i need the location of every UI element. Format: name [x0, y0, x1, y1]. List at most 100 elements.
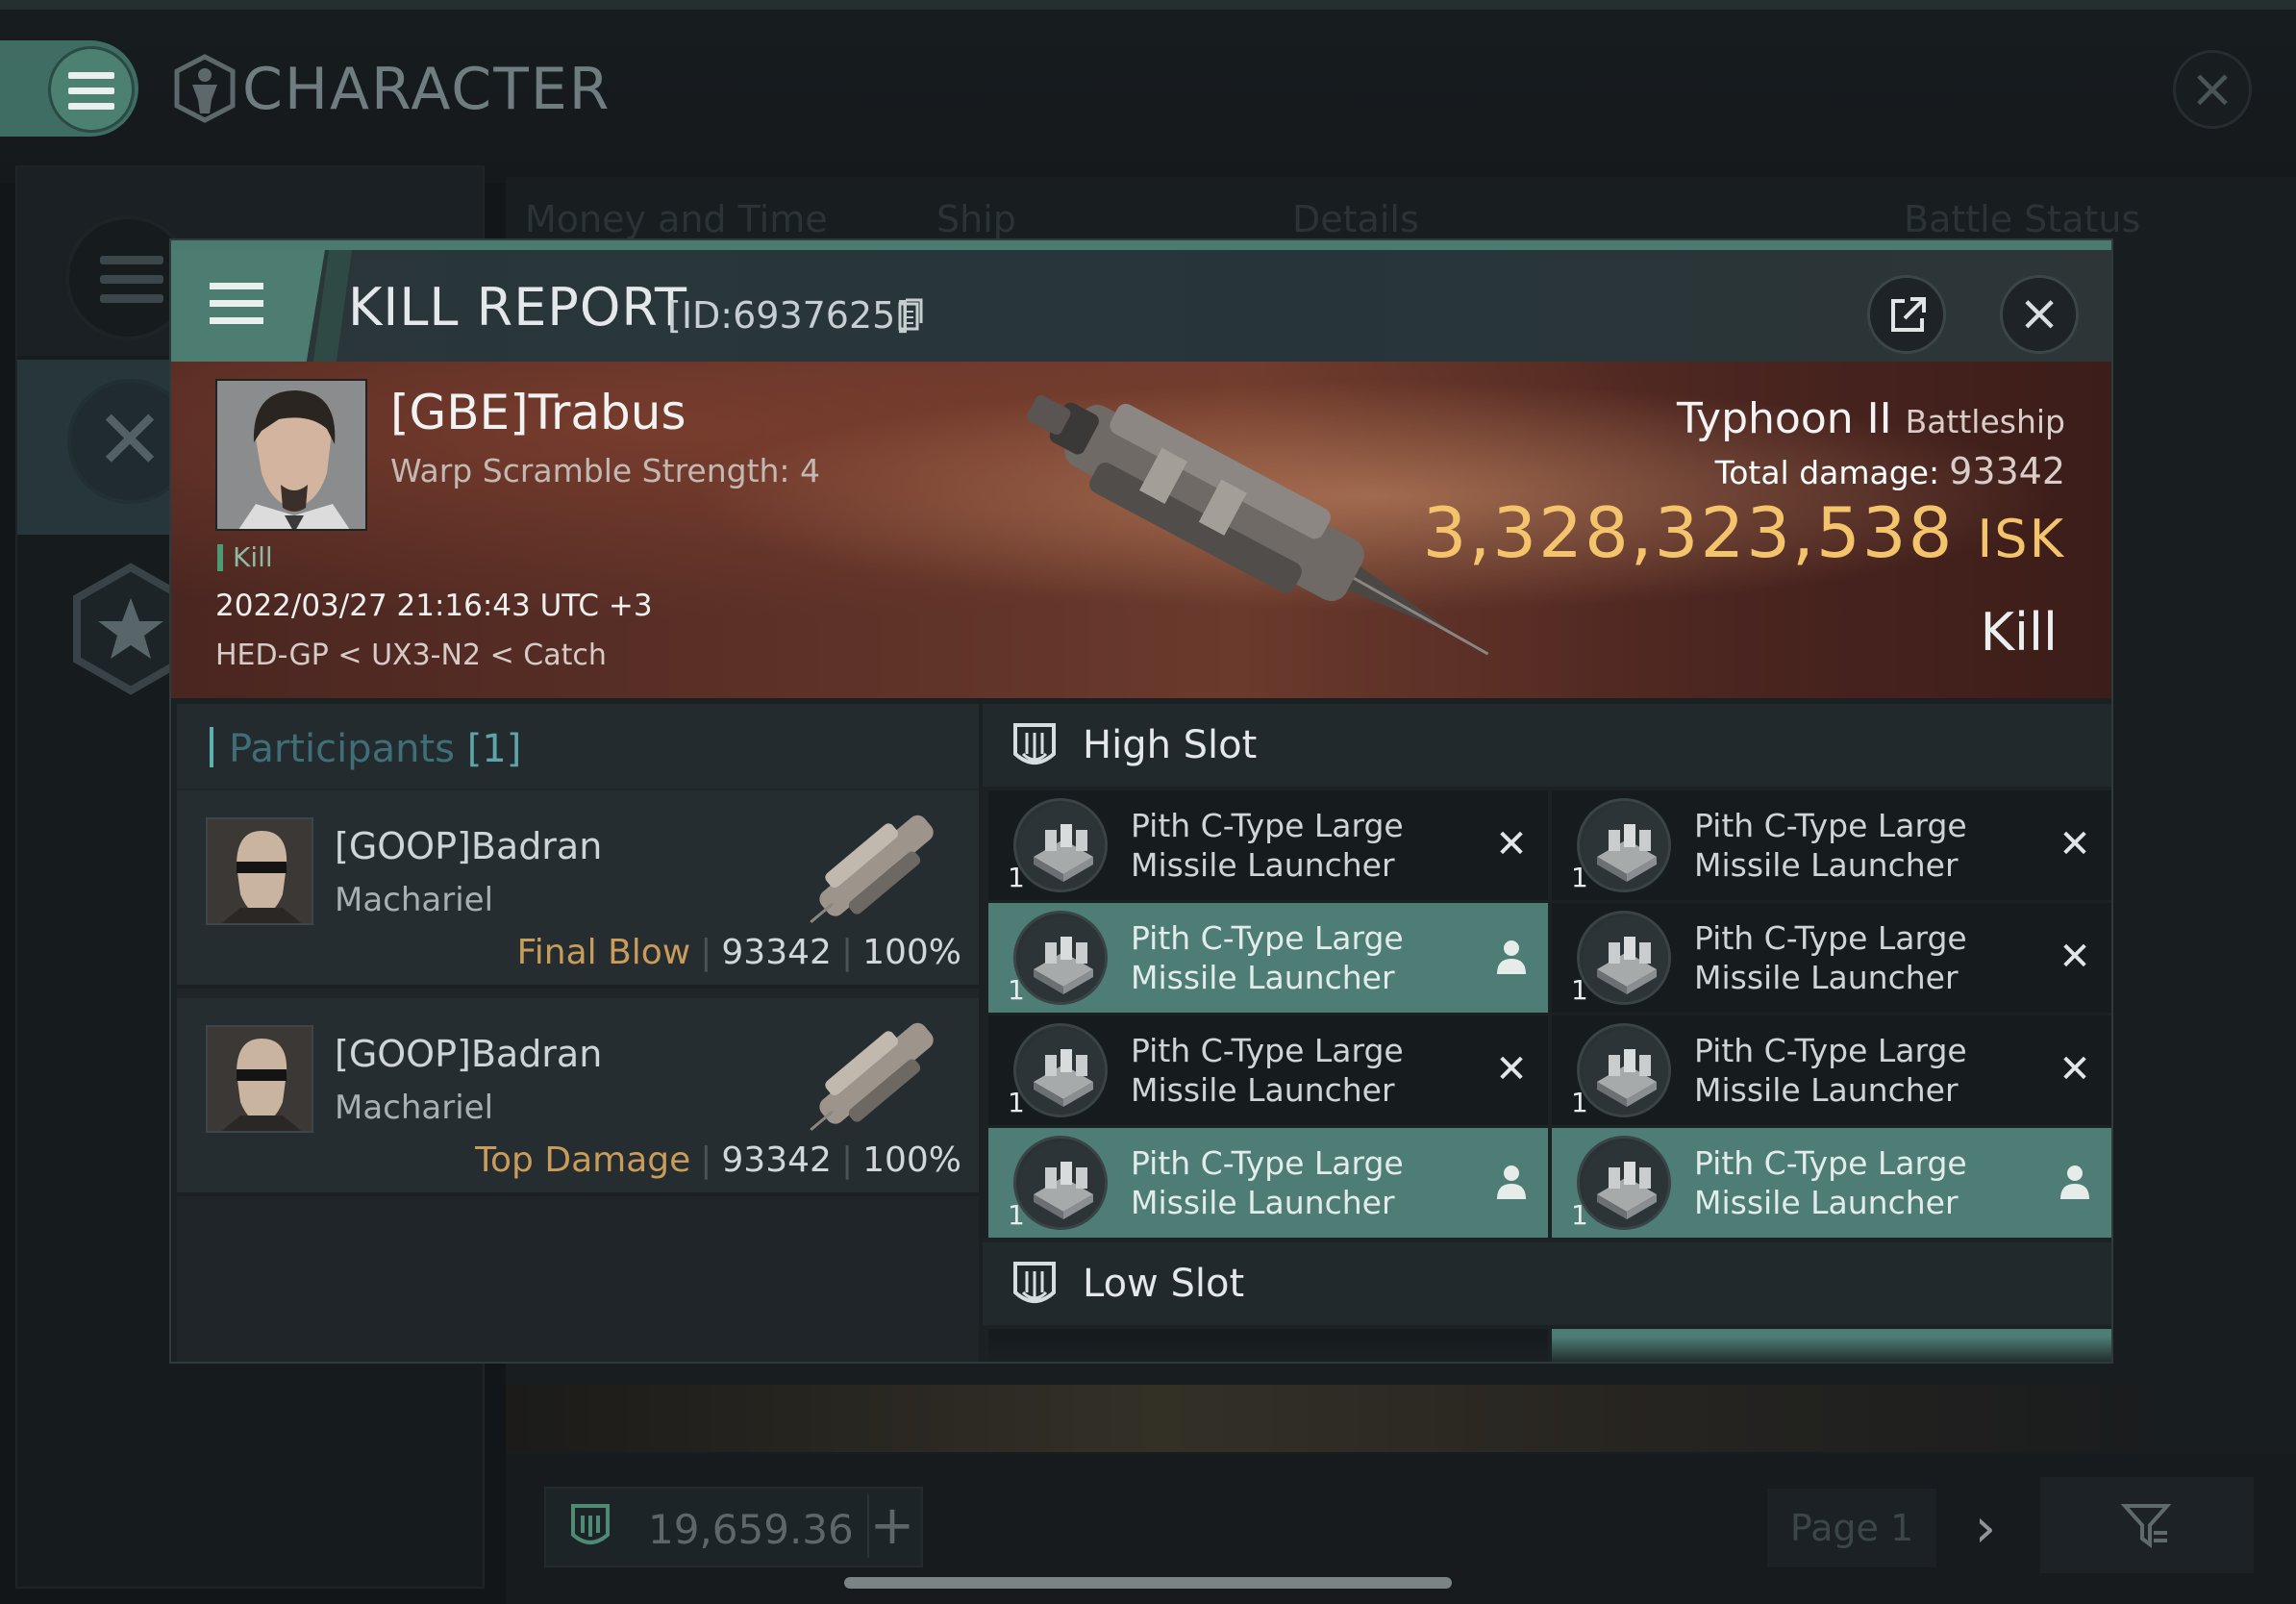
high-slot-label: High Slot	[1083, 723, 1258, 767]
participant-damage: 93342	[721, 933, 832, 972]
module-quantity: 1	[1008, 1199, 1025, 1231]
participant-row[interactable]: [GOOP]Badran Machariel Final Blow | 93342 |…	[177, 790, 979, 989]
page-indicator: Page 1	[1767, 1489, 1936, 1567]
dropped-icon	[1497, 1165, 1526, 1199]
module-item[interactable]: 1 Pith C-Type Large Missile Launcher ✕	[988, 790, 1548, 900]
slot-icon	[1013, 723, 1056, 764]
module-name: Pith C-Type Large Missile Launcher	[1694, 807, 1967, 884]
participant-avatar	[206, 1025, 313, 1133]
module-item[interactable]: 1 Pith C-Type Large Missile Launcher	[1552, 1128, 2111, 1238]
copy-icon[interactable]	[898, 298, 923, 331]
participant-avatar	[206, 817, 313, 925]
module-quantity: 1	[1008, 1087, 1025, 1118]
bg-tab-money[interactable]: Money and Time	[525, 198, 828, 240]
wallet-icon	[571, 1504, 610, 1544]
kill-location[interactable]: HED-GP < UX3-N2 < Catch	[215, 639, 607, 672]
module-item[interactable]: 1 Pith C-Type Large Missile Launcher ✕	[1552, 1015, 2111, 1125]
participant-row[interactable]: [GOOP]Badran Machariel Top Damage | 93342 |…	[177, 998, 979, 1196]
participants-panel: Participants [1] [GOOP]Badran Machariel …	[177, 704, 979, 1362]
participants-header[interactable]: Participants [1]	[177, 704, 979, 789]
high-slot-header: High Slot	[983, 704, 2111, 787]
kill-tag: Kill	[217, 544, 273, 571]
victim-portrait-image	[217, 381, 365, 529]
module-quantity: 1	[1571, 1199, 1588, 1231]
app-close-button[interactable]: ×	[2173, 50, 2252, 129]
participant-ship: Machariel	[335, 881, 494, 919]
participants-title: Participants [1]	[229, 727, 521, 771]
victim-banner: [GBE]Trabus Warp Scramble Strength: 4 Ki…	[171, 362, 2111, 698]
participants-header-bar	[210, 727, 213, 767]
module-name: Pith C-Type Large Missile Launcher	[1131, 919, 1404, 996]
bg-tab-ship[interactable]: Ship	[936, 198, 1016, 240]
missile-launcher-icon	[1577, 911, 1671, 1005]
module-status: ✕	[2056, 938, 2094, 976]
next-page-button[interactable]: ›	[1961, 1491, 2009, 1567]
wallet-box: 19,659.36 +	[544, 1487, 923, 1567]
scroll-fade	[983, 1337, 2111, 1362]
victim-name[interactable]: [GBE]Trabus	[390, 385, 686, 440]
participant-percent: 100%	[862, 1140, 961, 1180]
add-funds-button[interactable]: +	[867, 1494, 915, 1558]
background-ship-strip	[506, 1385, 2140, 1452]
isk-amount: 3,328,323,538	[1422, 492, 1955, 573]
isk-value: 3,328,323,538 ISK	[1423, 492, 2065, 573]
missile-launcher-icon	[1013, 1136, 1108, 1230]
missile-launcher-icon	[1577, 1023, 1671, 1117]
module-name: Pith C-Type Large Missile Launcher	[1131, 807, 1404, 884]
modal-title: KILL REPORT	[348, 277, 687, 338]
participant-name: [GOOP]Badran	[335, 825, 603, 867]
modal-menu-button[interactable]	[171, 250, 325, 362]
module-status: ✕	[2056, 825, 2094, 864]
module-status	[2056, 1163, 2094, 1201]
module-quantity: 1	[1571, 1087, 1588, 1118]
close-button[interactable]: ×	[2000, 275, 2079, 354]
module-item[interactable]: 1 Pith C-Type Large Missile Launcher ✕	[988, 1015, 1548, 1125]
module-quantity: 1	[1571, 974, 1588, 1006]
share-button[interactable]	[1867, 275, 1946, 354]
home-indicator	[844, 1577, 1452, 1589]
app-title: CHARACTER	[242, 56, 611, 123]
module-item[interactable]: 1 Pith C-Type Large Missile Launcher ✕	[1552, 903, 2111, 1013]
destroyed-icon: ✕	[2059, 1047, 2091, 1091]
module-name: Pith C-Type Large Missile Launcher	[1694, 1144, 1967, 1221]
bg-tab-battle-status[interactable]: Battle Status	[1904, 198, 2140, 240]
module-name: Pith C-Type Large Missile Launcher	[1694, 919, 1967, 996]
destroyed-icon: ✕	[2059, 935, 2091, 979]
module-quantity: 1	[1571, 862, 1588, 893]
destroyed-icon: ✕	[1495, 1047, 1528, 1091]
victim-subtitle: Warp Scramble Strength: 4	[390, 452, 821, 489]
participant-stats: Top Damage | 93342 | 100%	[475, 1140, 961, 1180]
participant-stats: Final Blow | 93342 | 100%	[516, 933, 961, 972]
participant-role: Top Damage	[475, 1140, 691, 1180]
participants-label: Participants	[229, 727, 455, 771]
module-name: Pith C-Type Large Missile Launcher	[1131, 1032, 1404, 1109]
participant-ship-render	[810, 815, 934, 924]
participant-ship-render	[810, 1022, 934, 1132]
victim-ship-name: Typhoon II	[1677, 394, 1892, 443]
fitting-panel: High Slot 1 Pith C-Type Large Missile Lau…	[983, 704, 2111, 1362]
filter-button[interactable]	[2040, 1477, 2254, 1573]
victim-portrait	[215, 379, 367, 531]
bg-tab-details[interactable]: Details	[1292, 198, 1419, 240]
participant-damage: 93342	[721, 1140, 832, 1180]
victim-ship-class: Battleship	[1905, 403, 2065, 440]
modal-header: KILL REPORT [ID:6937625] ×	[171, 240, 2111, 362]
total-damage-value: 93342	[1949, 450, 2065, 492]
module-item[interactable]: 1 Pith C-Type Large Missile Launcher	[988, 903, 1548, 1013]
filter-icon	[2121, 1504, 2171, 1548]
module-name: Pith C-Type Large Missile Launcher	[1694, 1032, 1967, 1109]
module-status: ✕	[1492, 825, 1531, 864]
total-damage-label: Total damage:	[1714, 454, 1940, 491]
module-item[interactable]: 1 Pith C-Type Large Missile Launcher	[988, 1128, 1548, 1238]
module-item[interactable]: 1 Pith C-Type Large Missile Launcher ✕	[1552, 790, 2111, 900]
kill-id: [ID:6937625]	[667, 294, 911, 337]
isk-unit: ISK	[1977, 509, 2065, 569]
share-icon	[1891, 297, 1926, 332]
close-icon: ×	[2018, 285, 2060, 342]
kill-report-modal: KILL REPORT [ID:6937625] × [GBE]Trabus W…	[169, 238, 2113, 1364]
topbar-edge	[0, 0, 2296, 10]
low-slot-header: Low Slot	[983, 1242, 2111, 1325]
participant-portrait-image	[208, 1027, 312, 1131]
victim-ship[interactable]: Typhoon II Battleship	[1677, 394, 2065, 443]
participant-portrait-image	[208, 819, 312, 923]
